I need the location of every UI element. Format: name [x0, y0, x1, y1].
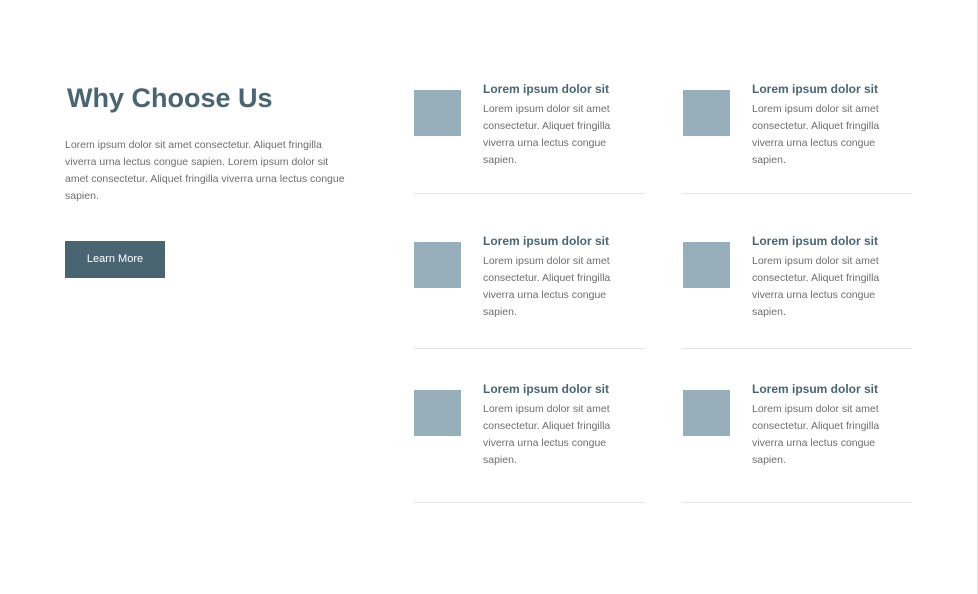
feature-thumbnail [683, 242, 730, 288]
feature-text: Lorem ipsum dolor sit Lorem ipsum dolor … [752, 80, 902, 169]
feature-description: Lorem ipsum dolor sit amet consectetur. … [752, 403, 880, 466]
section-title: Why Choose Us [67, 83, 273, 113]
feature-title: Lorem ipsum dolor sit [483, 82, 610, 96]
feature-title: Lorem ipsum dolor sit [483, 234, 610, 248]
feature-title: Lorem ipsum dolor sit [752, 82, 879, 96]
feature-text: Lorem ipsum dolor sit Lorem ipsum dolor … [483, 232, 633, 321]
feature-text: Lorem ipsum dolor sit Lorem ipsum dolor … [752, 232, 902, 321]
feature-thumbnail [683, 90, 730, 136]
feature-divider [682, 348, 912, 349]
feature-title: Lorem ipsum dolor sit [752, 382, 879, 396]
feature-description: Lorem ipsum dolor sit amet consectetur. … [483, 403, 611, 466]
feature-description: Lorem ipsum dolor sit amet consectetur. … [752, 103, 880, 166]
feature-title: Lorem ipsum dolor sit [752, 234, 879, 248]
feature-text: Lorem ipsum dolor sit Lorem ipsum dolor … [483, 80, 633, 169]
feature-thumbnail [414, 90, 461, 136]
feature-text: Lorem ipsum dolor sit Lorem ipsum dolor … [483, 380, 633, 469]
feature-divider [682, 502, 912, 503]
feature-thumbnail [414, 242, 461, 288]
feature-divider [414, 502, 645, 503]
feature-description: Lorem ipsum dolor sit amet consectetur. … [752, 255, 880, 318]
feature-divider [414, 193, 645, 194]
intro-block: Why Choose Us Lorem ipsum dolor sit amet… [65, 80, 350, 205]
page: Why Choose Us Lorem ipsum dolor sit amet… [0, 0, 978, 594]
feature-divider [682, 193, 912, 194]
feature-description: Lorem ipsum dolor sit amet consectetur. … [483, 103, 611, 166]
feature-thumbnail [683, 390, 730, 436]
feature-thumbnail [414, 390, 461, 436]
learn-more-button[interactable]: Learn More [65, 241, 165, 278]
feature-title: Lorem ipsum dolor sit [483, 382, 610, 396]
section-description: Lorem ipsum dolor sit amet consectetur. … [65, 139, 345, 202]
feature-description: Lorem ipsum dolor sit amet consectetur. … [483, 255, 611, 318]
feature-text: Lorem ipsum dolor sit Lorem ipsum dolor … [752, 380, 902, 469]
feature-divider [414, 348, 645, 349]
